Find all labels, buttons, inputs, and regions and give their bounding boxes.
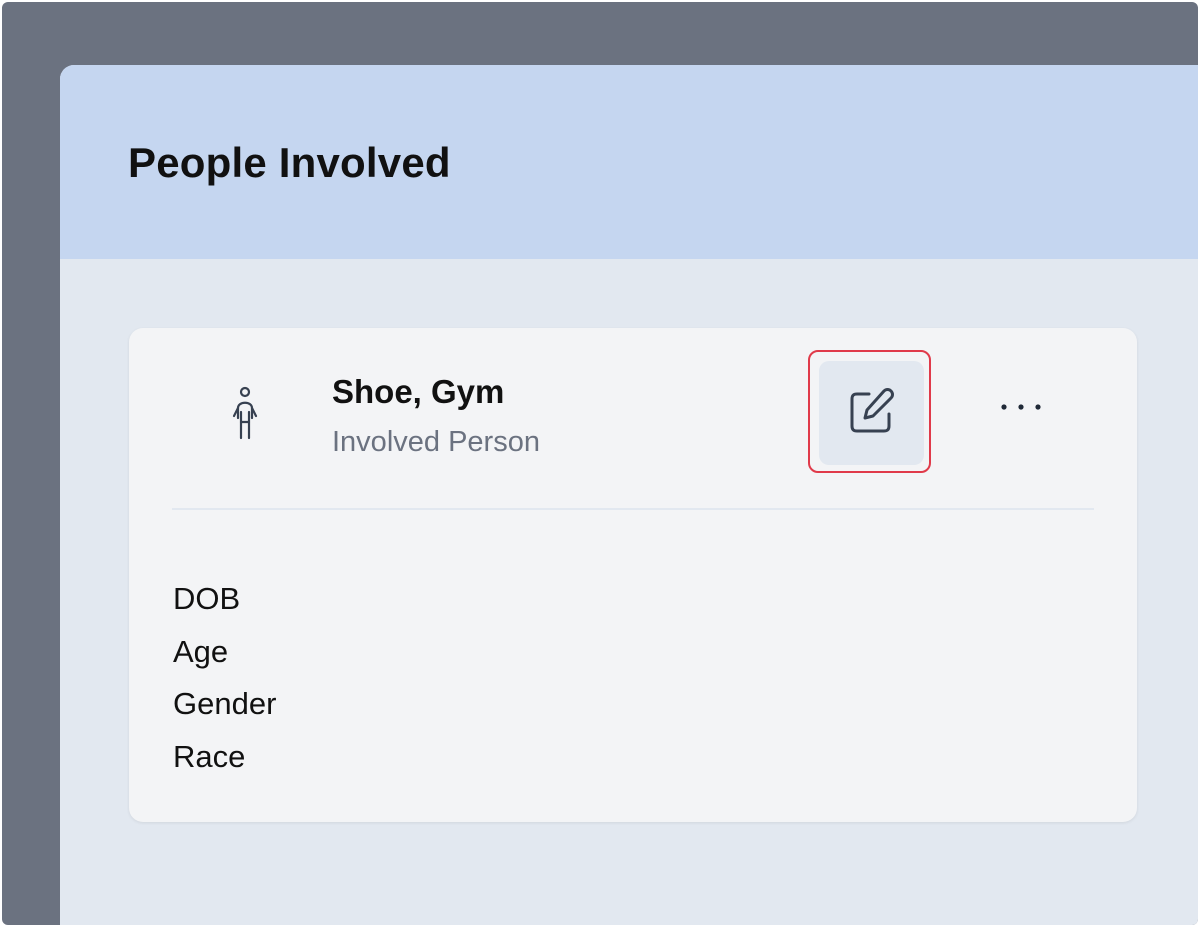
edit-button[interactable] (819, 361, 924, 465)
panel-header: People Involved (60, 65, 1198, 259)
person-name[interactable]: Shoe, Gym (332, 373, 504, 411)
more-horizontal-icon (1001, 404, 1041, 410)
person-icon (225, 386, 265, 442)
panel-title: People Involved (128, 139, 451, 186)
person-role: Involved Person (332, 426, 540, 458)
person-card: Shoe, Gym Involved Person DOB Age Gender… (129, 328, 1137, 822)
more-options-button[interactable] (993, 386, 1049, 426)
person-details-list: DOB Age Gender Race (173, 573, 276, 783)
card-divider (172, 508, 1094, 510)
field-age-label: Age (173, 633, 229, 669)
field-dob-label: DOB (173, 581, 241, 616)
app-backdrop: People Involved Shoe, Gym Involved Perso… (2, 2, 1198, 925)
field-gender-label: Gender (173, 686, 277, 721)
edit-icon (850, 388, 894, 433)
people-involved-panel: People Involved Shoe, Gym Involved Perso… (60, 65, 1198, 925)
field-race-label: Race (173, 738, 246, 774)
